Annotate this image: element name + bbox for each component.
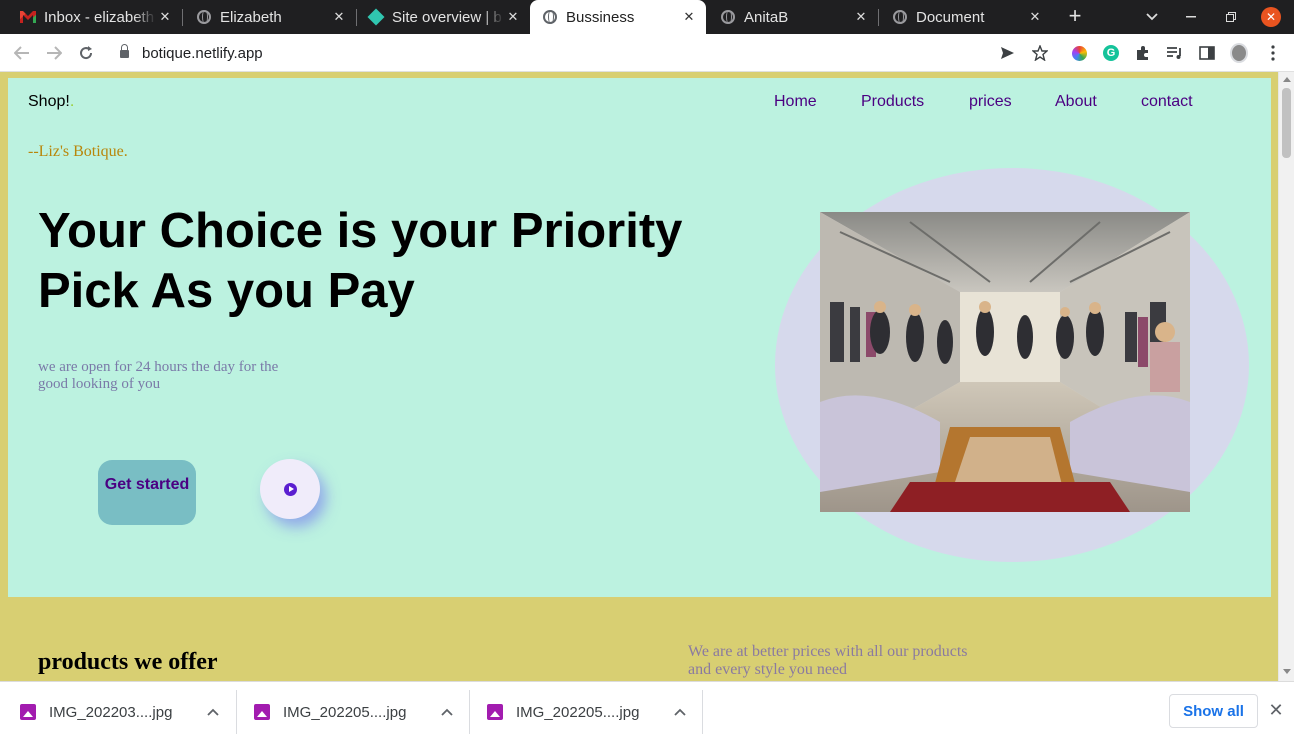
section-text: We are at better prices with all our pro… [688, 643, 968, 678]
image-file-icon [20, 704, 36, 720]
reload-button[interactable] [74, 42, 98, 64]
close-window-button[interactable]: ✕ [1260, 0, 1282, 34]
download-item[interactable]: IMG_202205....jpg [234, 682, 453, 741]
tagline: --Liz's Botique. [28, 143, 128, 160]
globe-icon [196, 9, 212, 25]
image-file-icon [254, 704, 270, 720]
tab-document[interactable]: Document ✕ [872, 0, 1052, 34]
hero-headline: Your Choice is your Priority Pick As you… [38, 201, 738, 321]
page-viewport: Shop!. Home Products prices About contac… [0, 72, 1278, 681]
download-filename: IMG_202203....jpg [49, 703, 173, 721]
site-logo[interactable]: Shop!. [28, 93, 74, 111]
scroll-thumb[interactable] [1282, 88, 1291, 158]
close-icon[interactable]: ✕ [156, 9, 174, 25]
close-icon[interactable]: ✕ [330, 9, 348, 25]
close-icon[interactable]: ✕ [1266, 700, 1286, 720]
media-queue-icon[interactable] [1166, 44, 1184, 62]
menu-kebab-icon[interactable] [1264, 44, 1282, 62]
star-icon[interactable] [1031, 44, 1049, 62]
get-started-button[interactable]: Get started [98, 460, 196, 525]
chevron-up-icon[interactable] [207, 705, 219, 719]
tab-title: Inbox - elizabeth [44, 8, 156, 26]
restore-icon [1226, 12, 1236, 22]
close-icon[interactable]: ✕ [852, 9, 870, 25]
chevron-up-icon[interactable] [674, 705, 686, 719]
avatar[interactable] [1230, 43, 1248, 63]
nav-prices[interactable]: prices [969, 93, 1012, 111]
nav-about[interactable]: About [1055, 93, 1097, 111]
forward-button[interactable] [42, 42, 66, 64]
globe-icon [542, 9, 558, 25]
tab-title: Site overview | b [392, 8, 504, 26]
nav-products[interactable]: Products [861, 93, 924, 111]
lock-icon[interactable] [120, 44, 129, 58]
new-tab-button[interactable]: + [1064, 5, 1086, 28]
scroll-up-icon[interactable] [1283, 77, 1291, 82]
nav-home[interactable]: Home [774, 93, 817, 111]
tab-title: Bussiness [566, 8, 635, 26]
globe-icon [892, 9, 908, 25]
download-filename: IMG_202205....jpg [283, 703, 407, 721]
nav-contact[interactable]: contact [1141, 93, 1193, 111]
arrow-left-icon [14, 46, 29, 60]
page-scrollbar[interactable] [1278, 72, 1294, 681]
netlify-icon [367, 8, 385, 26]
minimize-icon [1186, 16, 1196, 18]
tab-inbox[interactable]: Inbox - elizabeth ✕ [0, 0, 182, 34]
play-button[interactable] [260, 459, 320, 519]
grammarly-icon[interactable]: G [1102, 44, 1120, 62]
headline-line-2: Pick As you Pay [38, 264, 415, 318]
tab-title: Document [916, 8, 1026, 26]
image-file-icon [487, 704, 503, 720]
logo-text: Shop! [28, 93, 70, 110]
tab-search-button[interactable] [1140, 0, 1164, 34]
download-item[interactable]: IMG_202203....jpg [0, 682, 219, 741]
arrow-right-icon [47, 46, 62, 60]
minimize-button[interactable] [1180, 0, 1202, 34]
reload-icon [80, 46, 93, 60]
tab-site-overview[interactable]: Site overview | b ✕ [348, 0, 530, 34]
restore-button[interactable] [1220, 0, 1242, 34]
tab-elizabeth[interactable]: Elizabeth ✕ [176, 0, 356, 34]
globe-icon [720, 9, 736, 25]
extensions-puzzle-icon[interactable] [1134, 44, 1152, 62]
hero-subtext: we are open for 24 hours the day for the… [38, 359, 279, 392]
downloads-shelf: IMG_202203....jpg IMG_202205....jpg IMG_… [0, 681, 1294, 741]
tab-strip: Inbox - elizabeth ✕ Elizabeth ✕ Site ove… [0, 0, 1294, 34]
color-wheel-extension-icon[interactable] [1070, 44, 1088, 62]
tab-anitab[interactable]: AnitaB ✕ [700, 0, 878, 34]
gmail-icon [20, 9, 36, 25]
back-button[interactable] [10, 42, 34, 64]
play-icon [283, 482, 297, 496]
scroll-down-icon[interactable] [1283, 669, 1291, 674]
chevron-up-icon[interactable] [441, 705, 453, 719]
browser-toolbar: botique.netlify.app G [0, 34, 1294, 72]
send-icon[interactable] [998, 44, 1016, 62]
download-filename: IMG_202205....jpg [516, 703, 640, 721]
download-divider [702, 690, 703, 734]
close-icon[interactable]: ✕ [1026, 9, 1044, 25]
side-panel-icon[interactable] [1198, 44, 1216, 62]
store-photo [820, 212, 1190, 512]
download-item[interactable]: IMG_202205....jpg [467, 682, 686, 741]
chevron-down-icon [1146, 13, 1158, 21]
tab-bussiness[interactable]: Bussiness ✕ [530, 0, 706, 34]
headline-line-1: Your Choice is your Priority [38, 204, 683, 258]
close-icon[interactable]: ✕ [504, 9, 522, 25]
show-all-button[interactable]: Show all [1169, 694, 1258, 728]
tab-title: AnitaB [744, 8, 852, 26]
hero-section: Shop!. Home Products prices About contac… [8, 78, 1271, 597]
close-icon: ✕ [1261, 7, 1281, 27]
tab-title: Elizabeth [220, 8, 330, 26]
logo-dot: . [69, 93, 75, 110]
address-bar[interactable]: botique.netlify.app [142, 45, 263, 62]
close-icon[interactable]: ✕ [680, 9, 698, 25]
section-title: products we offer [38, 649, 218, 675]
